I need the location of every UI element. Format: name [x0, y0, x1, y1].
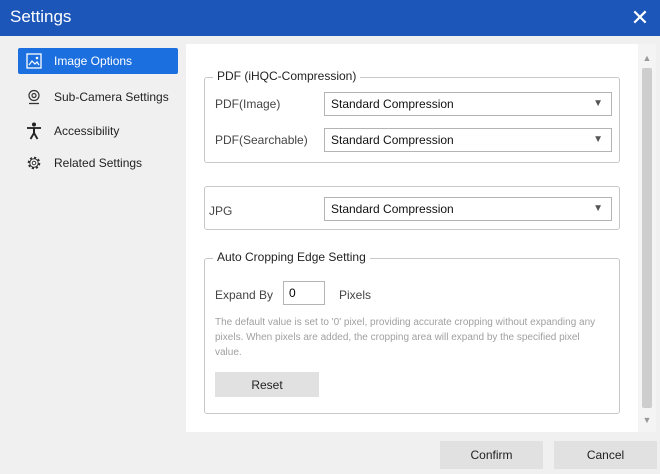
pdf-image-select[interactable]: Standard Compression ▼	[324, 92, 612, 116]
sidebar-item-accessibility[interactable]: Accessibility	[18, 118, 178, 144]
pdf-searchable-label: PDF(Searchable)	[215, 133, 308, 147]
vertical-scrollbar[interactable]: ▲ ▼	[638, 44, 656, 432]
sidebar-item-sub-camera-settings[interactable]: Sub-Camera Settings	[18, 84, 178, 110]
accessibility-icon	[24, 121, 44, 141]
expand-by-label: Expand By	[215, 288, 274, 302]
sidebar-item-label: Accessibility	[54, 124, 120, 138]
webcam-icon	[24, 87, 44, 107]
sidebar-item-label: Image Options	[54, 54, 133, 68]
jpg-label: JPG	[209, 204, 233, 218]
pdf-image-select-value: Standard Compression	[331, 97, 454, 111]
pixels-unit-label: Pixels	[339, 288, 372, 302]
cancel-button[interactable]: Cancel	[554, 441, 657, 469]
sidebar-item-image-options[interactable]: Image Options	[18, 48, 178, 74]
chevron-down-icon: ▼	[593, 203, 603, 214]
auto-cropping-legend: Auto Cropping Edge Setting	[213, 250, 370, 264]
scroll-up-icon[interactable]: ▲	[638, 50, 656, 66]
pdf-image-label: PDF(Image)	[215, 97, 281, 111]
sidebar-item-label: Related Settings	[54, 156, 143, 170]
auto-cropping-group: Auto Cropping Edge Setting Expand By Pix…	[204, 250, 620, 414]
chevron-down-icon: ▼	[593, 98, 603, 109]
close-icon[interactable]: ✕	[626, 4, 654, 32]
chevron-down-icon: ▼	[593, 134, 603, 145]
pdf-searchable-select-value: Standard Compression	[331, 133, 454, 147]
pdf-group-legend: PDF (iHQC-Compression)	[213, 69, 361, 83]
settings-panel: PDF (iHQC-Compression) PDF(Image) Standa…	[186, 44, 656, 432]
sidebar-item-related-settings[interactable]: Related Settings	[18, 150, 178, 176]
confirm-button[interactable]: Confirm	[440, 441, 543, 469]
jpg-select[interactable]: Standard Compression ▼	[324, 197, 612, 221]
window-title: Settings	[10, 7, 72, 26]
cropping-help-text: The default value is set to '0' pixel, p…	[215, 317, 596, 358]
jpg-select-value: Standard Compression	[331, 202, 454, 216]
gear-icon	[24, 153, 44, 173]
scroll-down-icon[interactable]: ▼	[638, 412, 656, 428]
pdf-compression-group: PDF (iHQC-Compression) PDF(Image) Standa…	[204, 69, 620, 163]
reset-button[interactable]: Reset	[215, 372, 319, 397]
jpg-compression-group: JPG Standard Compression ▼	[204, 186, 620, 230]
pdf-searchable-select[interactable]: Standard Compression ▼	[324, 128, 612, 152]
expand-by-input[interactable]	[283, 281, 325, 305]
title-bar: Settings ✕	[0, 0, 660, 36]
sidebar-item-label: Sub-Camera Settings	[54, 90, 169, 104]
image-options-icon	[24, 51, 44, 71]
sidebar: Image Options Sub-Camera Settings Access…	[0, 36, 185, 432]
scrollbar-thumb[interactable]	[642, 68, 652, 408]
